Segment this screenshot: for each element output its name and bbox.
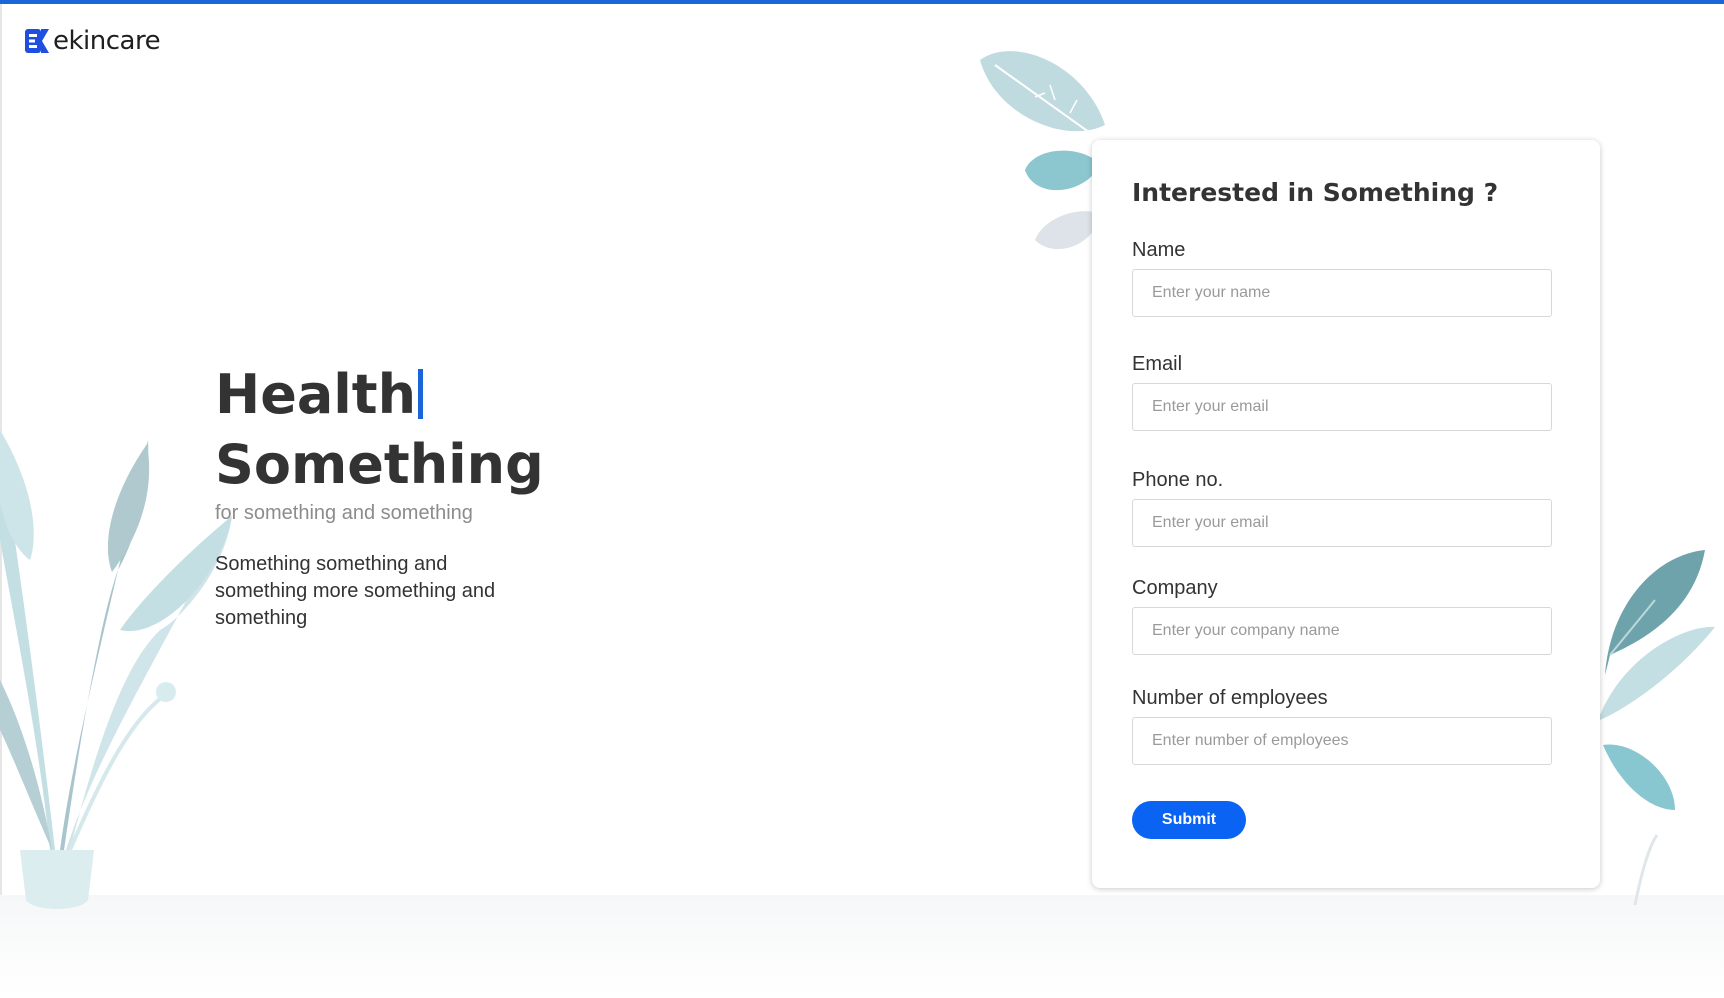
ekincare-logo[interactable]: ekincare: [25, 26, 161, 56]
landing-page: ekincare Health Something for something …: [0, 0, 1724, 998]
hero-section: Health Something for something and somet…: [215, 360, 544, 632]
brand-name: ekincare: [53, 26, 161, 56]
headline: Health Something: [215, 360, 544, 500]
phone-label: Phone no.: [1132, 469, 1224, 491]
name-input[interactable]: [1132, 269, 1552, 317]
employees-field-group: Number of employees: [1132, 687, 1552, 765]
top-accent-bar: [0, 0, 1724, 4]
email-field-group: Email: [1132, 353, 1552, 431]
employees-input[interactable]: [1132, 717, 1552, 765]
name-field-group: Name: [1132, 239, 1552, 317]
headline-line-1: Health: [215, 363, 417, 426]
email-label: Email: [1132, 353, 1183, 375]
interest-form-card: Interested in Something ? Name Email Pho…: [1092, 140, 1600, 888]
company-field-group: Company: [1132, 577, 1552, 655]
phone-input[interactable]: [1132, 499, 1552, 547]
submit-button[interactable]: Submit: [1132, 801, 1246, 839]
subheadline: for something and something: [215, 502, 473, 524]
form-title: Interested in Something ?: [1132, 178, 1499, 207]
employees-label: Number of employees: [1132, 687, 1328, 709]
ekincare-logo-icon: [25, 29, 49, 53]
headline-line-2: Something: [215, 433, 544, 496]
phone-field-group: Phone no.: [1132, 469, 1552, 547]
name-label: Name: [1132, 239, 1186, 261]
right-leaves-illustration: [1600, 550, 1715, 906]
email-input[interactable]: [1132, 383, 1552, 431]
hero-description: Something something and something more s…: [215, 553, 496, 629]
text-cursor: [418, 369, 424, 419]
ground-shadow: [0, 895, 1724, 998]
company-label: Company: [1132, 577, 1218, 599]
company-input[interactable]: [1132, 607, 1552, 655]
